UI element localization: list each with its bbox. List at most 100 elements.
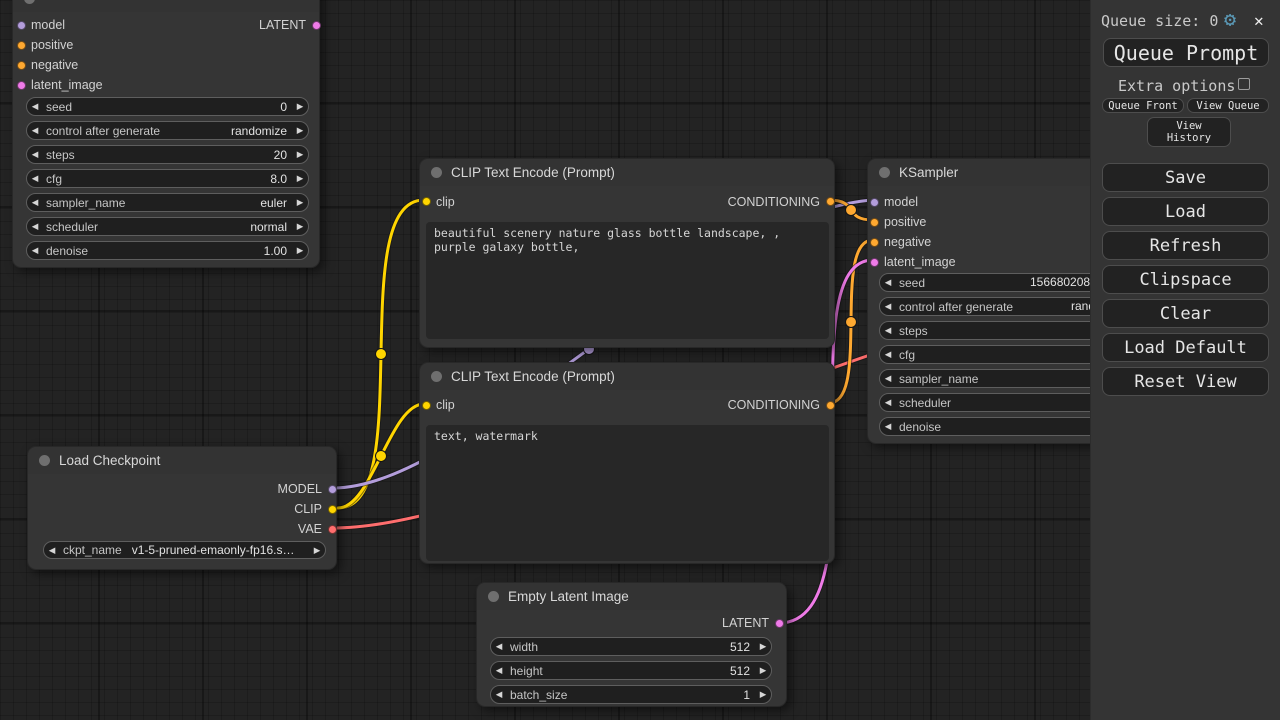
output-slot-latent[interactable] — [775, 619, 784, 628]
load-button[interactable]: Load — [1102, 197, 1269, 226]
increment-arrow-icon[interactable]: ▶ — [292, 194, 308, 211]
collapse-dot-icon[interactable] — [431, 167, 442, 178]
widget-denoise[interactable]: ◀ denoise — [879, 417, 1110, 436]
widget-cfg[interactable]: ◀ cfg 8.0 ▶ — [26, 169, 309, 188]
widget-scheduler[interactable]: ◀ scheduler normal ▶ — [26, 217, 309, 236]
node-title-bar[interactable]: KSampler — [868, 159, 1119, 186]
view-history-button[interactable]: View History — [1147, 117, 1231, 147]
input-slot-positive[interactable] — [17, 41, 26, 50]
settings-gear-icon[interactable]: ⚙ — [1224, 9, 1236, 29]
output-slot-latent[interactable] — [312, 21, 321, 30]
collapse-dot-icon[interactable] — [488, 591, 499, 602]
input-slot-model[interactable] — [17, 21, 26, 30]
prompt-textarea[interactable]: beautiful scenery nature glass bottle la… — [426, 222, 829, 339]
increment-arrow-icon[interactable]: ▶ — [292, 242, 308, 259]
node-title-bar[interactable]: Load Checkpoint — [28, 447, 336, 474]
input-slot-latent-image[interactable] — [870, 258, 879, 267]
widget-ckpt-name[interactable]: ◀ ckpt_name v1-5-pruned-emaonly-fp16.s… … — [43, 541, 326, 559]
node-title-bar[interactable]: CLIP Text Encode (Prompt) — [420, 159, 834, 186]
widget-label: steps — [46, 148, 75, 162]
refresh-button[interactable]: Refresh — [1102, 231, 1269, 260]
widget-sampler-name[interactable]: ◀ sampler_name euler ▶ — [26, 193, 309, 212]
close-icon[interactable]: ✕ — [1254, 11, 1264, 30]
widget-label: batch_size — [510, 688, 567, 702]
decrement-arrow-icon[interactable]: ◀ — [27, 98, 43, 115]
decrement-arrow-icon[interactable]: ◀ — [27, 170, 43, 187]
decrement-arrow-icon[interactable]: ◀ — [491, 638, 507, 655]
output-slot-conditioning[interactable] — [826, 401, 835, 410]
widget-sampler-name[interactable]: ◀ sampler_name — [879, 369, 1110, 388]
widget-steps[interactable]: ◀ steps 20 ▶ — [26, 145, 309, 164]
input-slot-latent-image[interactable] — [17, 81, 26, 90]
decrement-arrow-icon[interactable]: ◀ — [880, 394, 896, 411]
decrement-arrow-icon[interactable]: ◀ — [880, 298, 896, 315]
prompt-textarea[interactable]: text, watermark — [426, 425, 829, 561]
decrement-arrow-icon[interactable]: ◀ — [880, 418, 896, 435]
collapse-dot-icon[interactable] — [24, 0, 35, 4]
node-title-bar[interactable] — [13, 0, 319, 12]
node-clip-text-encode-positive: CLIP Text Encode (Prompt) clip CONDITION… — [419, 158, 835, 348]
widget-denoise[interactable]: ◀ denoise 1.00 ▶ — [26, 241, 309, 260]
output-slot-conditioning[interactable] — [826, 197, 835, 206]
increment-arrow-icon[interactable]: ▶ — [292, 98, 308, 115]
widget-control-after-generate[interactable]: ◀ control after generate randomize — [879, 297, 1110, 316]
increment-arrow-icon[interactable]: ▶ — [755, 662, 771, 679]
decrement-arrow-icon[interactable]: ◀ — [27, 218, 43, 235]
node-ksampler-right: KSampler model positive negative latent_… — [867, 158, 1120, 444]
decrement-arrow-icon[interactable]: ◀ — [880, 274, 896, 291]
output-slot-clip[interactable] — [328, 505, 337, 514]
decrement-arrow-icon[interactable]: ◀ — [880, 322, 896, 339]
queue-front-button[interactable]: Queue Front — [1102, 98, 1184, 113]
collapse-dot-icon[interactable] — [39, 455, 50, 466]
widget-height[interactable]: ◀ height 512 ▶ — [490, 661, 772, 680]
node-title-bar[interactable]: Empty Latent Image — [477, 583, 786, 610]
widget-steps[interactable]: ◀ steps — [879, 321, 1110, 340]
output-slot-model[interactable] — [328, 485, 337, 494]
reset-view-button[interactable]: Reset View — [1102, 367, 1269, 396]
increment-arrow-icon[interactable]: ▶ — [755, 686, 771, 703]
widget-value: euler — [125, 196, 287, 210]
input-slot-clip[interactable] — [422, 197, 431, 206]
widget-batch-size[interactable]: ◀ batch_size 1 ▶ — [490, 685, 772, 704]
widget-seed[interactable]: ◀ seed 0 ▶ — [26, 97, 309, 116]
increment-arrow-icon[interactable]: ▶ — [292, 122, 308, 139]
input-slot-model[interactable] — [870, 198, 879, 207]
output-slot-vae[interactable] — [328, 525, 337, 534]
queue-prompt-button[interactable]: Queue Prompt — [1103, 38, 1269, 67]
increment-arrow-icon[interactable]: ▶ — [292, 146, 308, 163]
input-slot-negative[interactable] — [870, 238, 879, 247]
widget-value: 1566802087 — [1030, 274, 1097, 291]
decrement-arrow-icon[interactable]: ◀ — [491, 662, 507, 679]
decrement-arrow-icon[interactable]: ◀ — [27, 242, 43, 259]
decrement-arrow-icon[interactable]: ◀ — [44, 542, 60, 559]
save-button[interactable]: Save — [1102, 163, 1269, 192]
widget-control-after-generate[interactable]: ◀ control after generate randomize ▶ — [26, 121, 309, 140]
increment-arrow-icon[interactable]: ▶ — [755, 638, 771, 655]
collapse-dot-icon[interactable] — [879, 167, 890, 178]
node-title: CLIP Text Encode (Prompt) — [451, 165, 615, 180]
widget-cfg[interactable]: ◀ cfg — [879, 345, 1110, 364]
increment-arrow-icon[interactable]: ▶ — [292, 218, 308, 235]
decrement-arrow-icon[interactable]: ◀ — [880, 370, 896, 387]
decrement-arrow-icon[interactable]: ◀ — [880, 346, 896, 363]
clear-button[interactable]: Clear — [1102, 299, 1269, 328]
wire-clip-to-positive-prompt — [338, 200, 424, 508]
input-slot-clip[interactable] — [422, 401, 431, 410]
decrement-arrow-icon[interactable]: ◀ — [27, 146, 43, 163]
view-queue-button[interactable]: View Queue — [1187, 98, 1269, 113]
increment-arrow-icon[interactable]: ▶ — [292, 170, 308, 187]
widget-seed[interactable]: ◀ seed 1566802087 — [879, 273, 1110, 292]
input-slot-negative[interactable] — [17, 61, 26, 70]
increment-arrow-icon[interactable]: ▶ — [309, 542, 325, 559]
input-slot-positive[interactable] — [870, 218, 879, 227]
decrement-arrow-icon[interactable]: ◀ — [27, 194, 43, 211]
node-title-bar[interactable]: CLIP Text Encode (Prompt) — [420, 363, 834, 390]
clipspace-button[interactable]: Clipspace — [1102, 265, 1269, 294]
extra-options-checkbox[interactable] — [1238, 78, 1250, 90]
load-default-button[interactable]: Load Default — [1102, 333, 1269, 362]
decrement-arrow-icon[interactable]: ◀ — [27, 122, 43, 139]
widget-width[interactable]: ◀ width 512 ▶ — [490, 637, 772, 656]
collapse-dot-icon[interactable] — [431, 371, 442, 382]
decrement-arrow-icon[interactable]: ◀ — [491, 686, 507, 703]
widget-scheduler[interactable]: ◀ scheduler — [879, 393, 1110, 412]
